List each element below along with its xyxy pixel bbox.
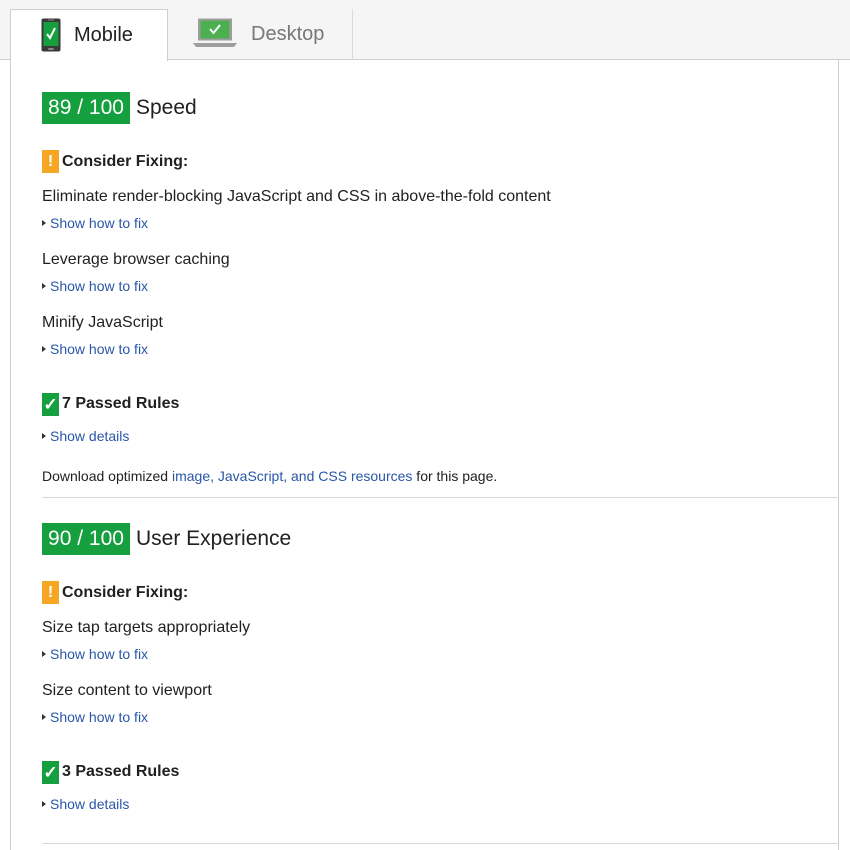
show-details-link[interactable]: Show details — [42, 428, 129, 444]
section-divider — [42, 843, 839, 844]
section-divider — [42, 497, 839, 498]
rule-title: Leverage browser caching — [42, 251, 230, 268]
speed-consider-fixing-heading: Consider Fixing: — [62, 153, 189, 170]
warning-icon: ! — [42, 581, 59, 604]
mobile-phone-check-icon — [41, 18, 61, 57]
show-how-to-fix-link[interactable]: Show how to fix — [42, 215, 148, 231]
show-how-to-fix-link[interactable]: Show how to fix — [42, 341, 148, 357]
show-how-to-fix-link[interactable]: Show how to fix — [42, 709, 148, 725]
ux-score-badge: 90 / 100 — [42, 523, 130, 555]
download-resources-note: Download optimized image, JavaScript, an… — [42, 468, 497, 484]
desktop-monitor-check-icon — [192, 18, 238, 53]
show-how-to-fix-link[interactable]: Show how to fix — [42, 646, 148, 662]
link-label: Show how to fix — [50, 215, 149, 231]
speed-section-title: Speed — [136, 96, 197, 119]
check-icon: ✓ — [42, 761, 59, 784]
tab-desktop[interactable]: Desktop — [168, 9, 353, 60]
warning-icon: ! — [42, 150, 59, 173]
speed-passed-rules-heading: 7 Passed Rules — [62, 395, 180, 412]
rule-title: Minify JavaScript — [42, 314, 163, 331]
link-label: Show how to fix — [50, 709, 149, 725]
note-prefix: Download optimized — [42, 468, 172, 484]
caret-right-icon — [42, 651, 46, 657]
download-resources-link[interactable]: image, JavaScript, and CSS resources — [172, 468, 412, 484]
caret-right-icon — [42, 220, 46, 226]
caret-right-icon — [42, 714, 46, 720]
rule-title: Size content to viewport — [42, 682, 212, 699]
link-label: Show details — [50, 796, 130, 812]
rule-title: Size tap targets appropriately — [42, 619, 251, 636]
tab-mobile-label: Mobile — [74, 24, 133, 46]
show-details-link[interactable]: Show details — [42, 796, 129, 812]
speed-score-badge: 89 / 100 — [42, 92, 130, 124]
caret-right-icon — [42, 283, 46, 289]
ux-consider-fixing-heading: Consider Fixing: — [62, 584, 189, 601]
ux-section-title: User Experience — [136, 527, 292, 550]
link-label: Show how to fix — [50, 646, 149, 662]
link-label: Show how to fix — [50, 341, 149, 357]
caret-right-icon — [42, 433, 46, 439]
results-panel — [10, 60, 839, 850]
link-label: Show how to fix — [50, 278, 149, 294]
rule-title: Eliminate render-blocking JavaScript and… — [42, 188, 551, 205]
caret-right-icon — [42, 801, 46, 807]
caret-right-icon — [42, 346, 46, 352]
show-how-to-fix-link[interactable]: Show how to fix — [42, 278, 148, 294]
tab-mobile[interactable]: Mobile — [10, 9, 168, 61]
check-icon: ✓ — [42, 393, 59, 416]
tab-desktop-label: Desktop — [251, 23, 325, 45]
ux-passed-rules-heading: 3 Passed Rules — [62, 763, 180, 780]
link-label: Show details — [50, 428, 130, 444]
note-suffix: for this page. — [412, 468, 498, 484]
